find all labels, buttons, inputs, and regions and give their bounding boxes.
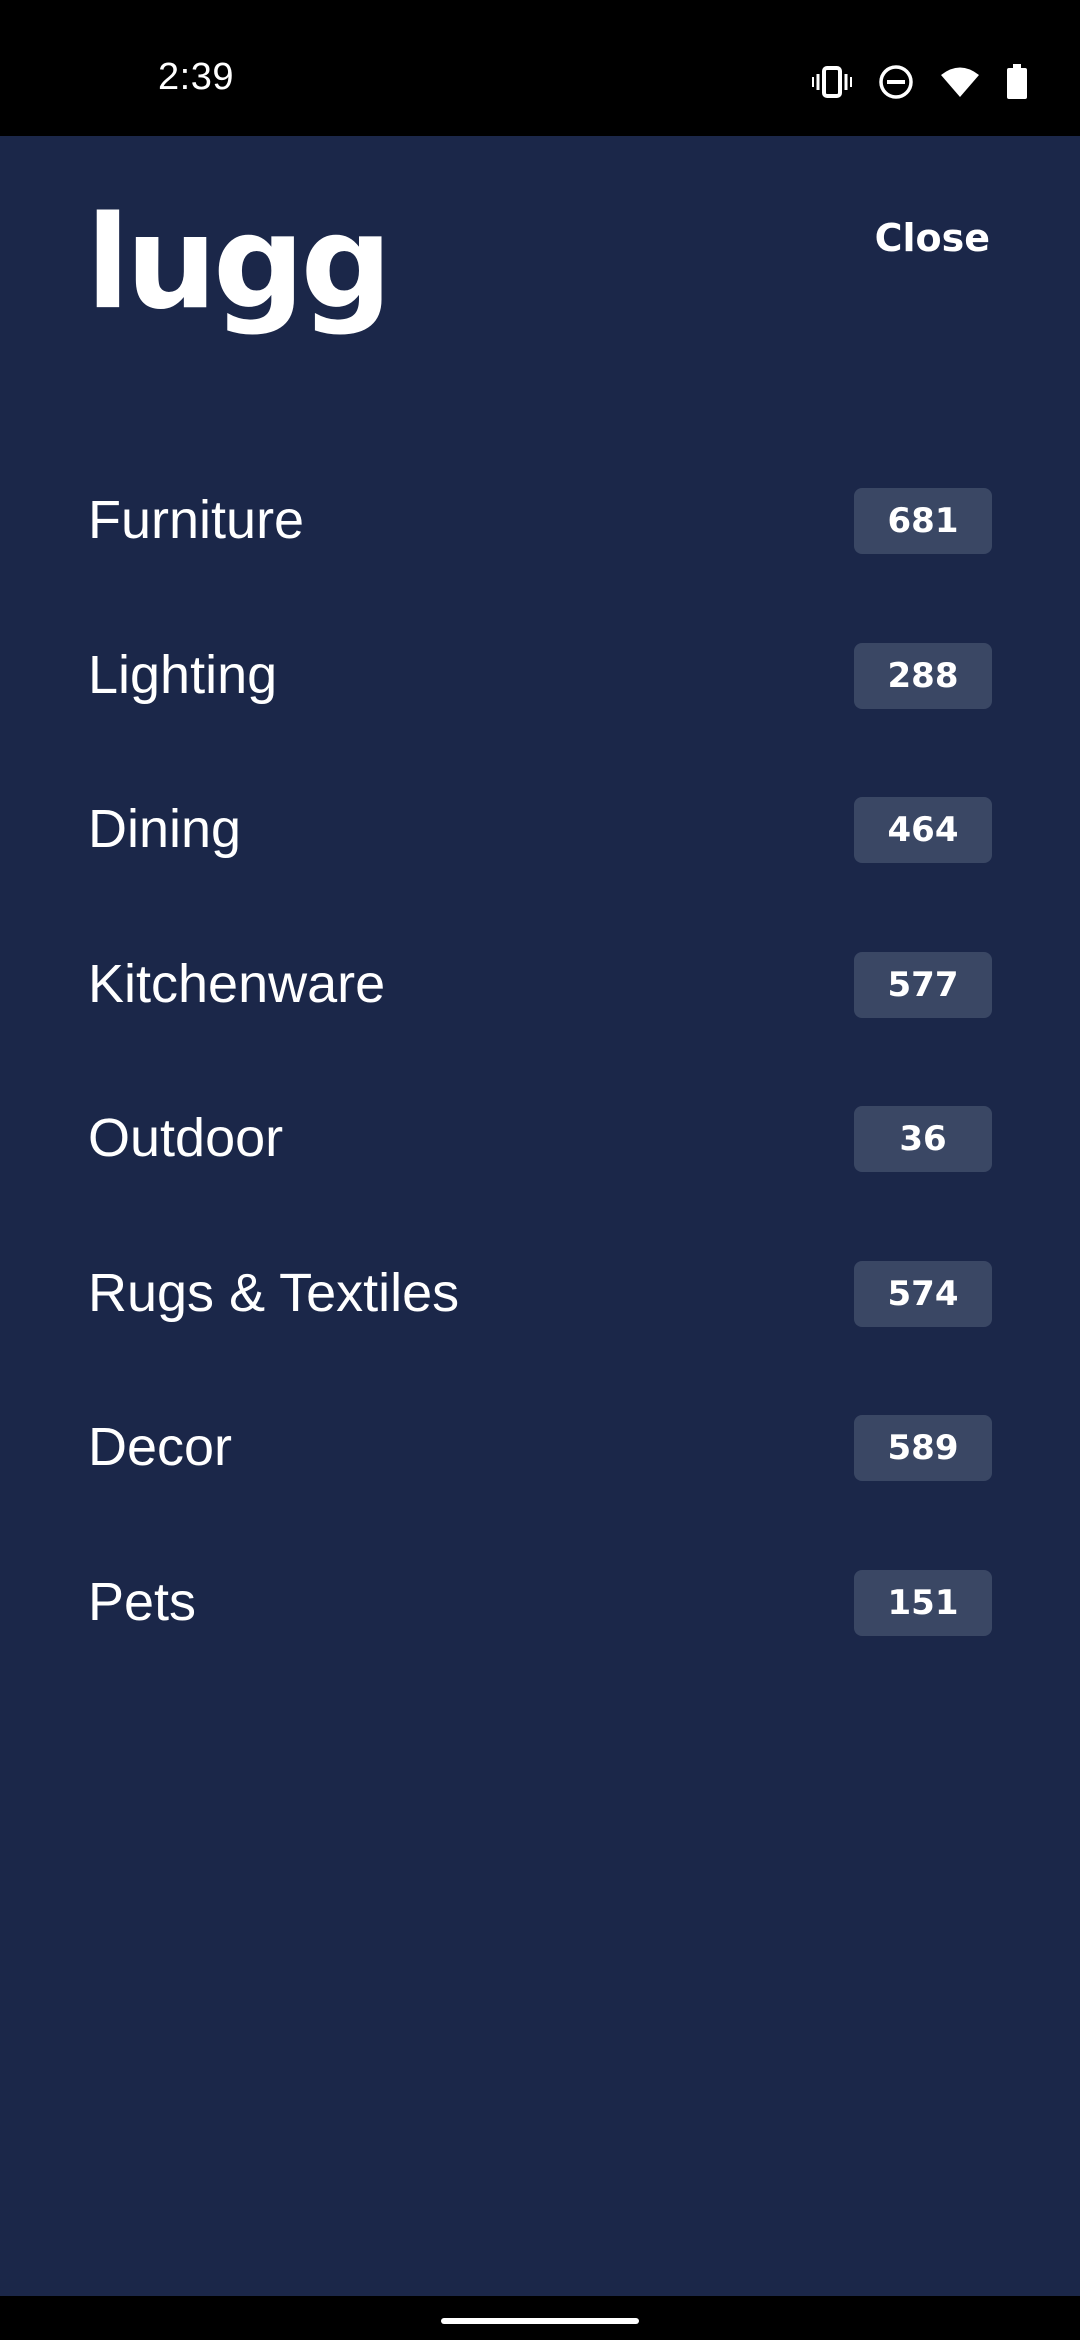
lugg-logo: lugg [86,189,392,338]
category-item-outdoor[interactable]: Outdoor 36 [88,1084,992,1239]
status-icons [812,60,1028,104]
category-label: Kitchenware [88,953,386,1014]
status-time: 2:39 [158,56,234,98]
do-not-disturb-icon [878,64,914,100]
category-label: Dining [88,799,242,859]
category-item-lighting[interactable]: Lighting 288 [88,621,992,776]
status-bar: 2:39 [0,0,1080,136]
category-list: Furniture 681 Lighting 288 Dining 464 Ki… [88,466,992,1702]
category-item-furniture[interactable]: Furniture 681 [88,466,992,621]
wifi-icon [940,66,980,98]
home-indicator[interactable] [441,2318,639,2324]
category-label: Pets [88,1571,197,1632]
battery-icon [1006,64,1028,100]
category-count-badge: 589 [854,1415,992,1481]
category-item-pets[interactable]: Pets 151 [88,1548,992,1703]
category-count-badge: 464 [854,797,992,863]
category-label: Lighting [88,644,278,705]
category-count-badge: 36 [854,1106,992,1172]
category-label: Furniture [88,490,305,550]
category-count-badge: 681 [854,488,992,554]
navigation-bar [0,2296,1080,2340]
close-button[interactable]: Close [875,216,990,260]
category-count-badge: 151 [854,1569,992,1636]
category-label: Rugs & Textiles [88,1262,460,1323]
category-item-dining[interactable]: Dining 464 [88,775,992,930]
category-item-rugs-textiles[interactable]: Rugs & Textiles 574 [88,1239,992,1394]
category-count-badge: 577 [854,951,992,1018]
category-item-decor[interactable]: Decor 589 [88,1393,992,1548]
category-label: Outdoor [88,1108,284,1168]
category-count-badge: 574 [854,1260,992,1327]
vibrate-icon [812,65,852,99]
category-label: Decor [88,1417,233,1477]
category-item-kitchenware[interactable]: Kitchenware 577 [88,930,992,1085]
category-count-badge: 288 [854,642,992,709]
